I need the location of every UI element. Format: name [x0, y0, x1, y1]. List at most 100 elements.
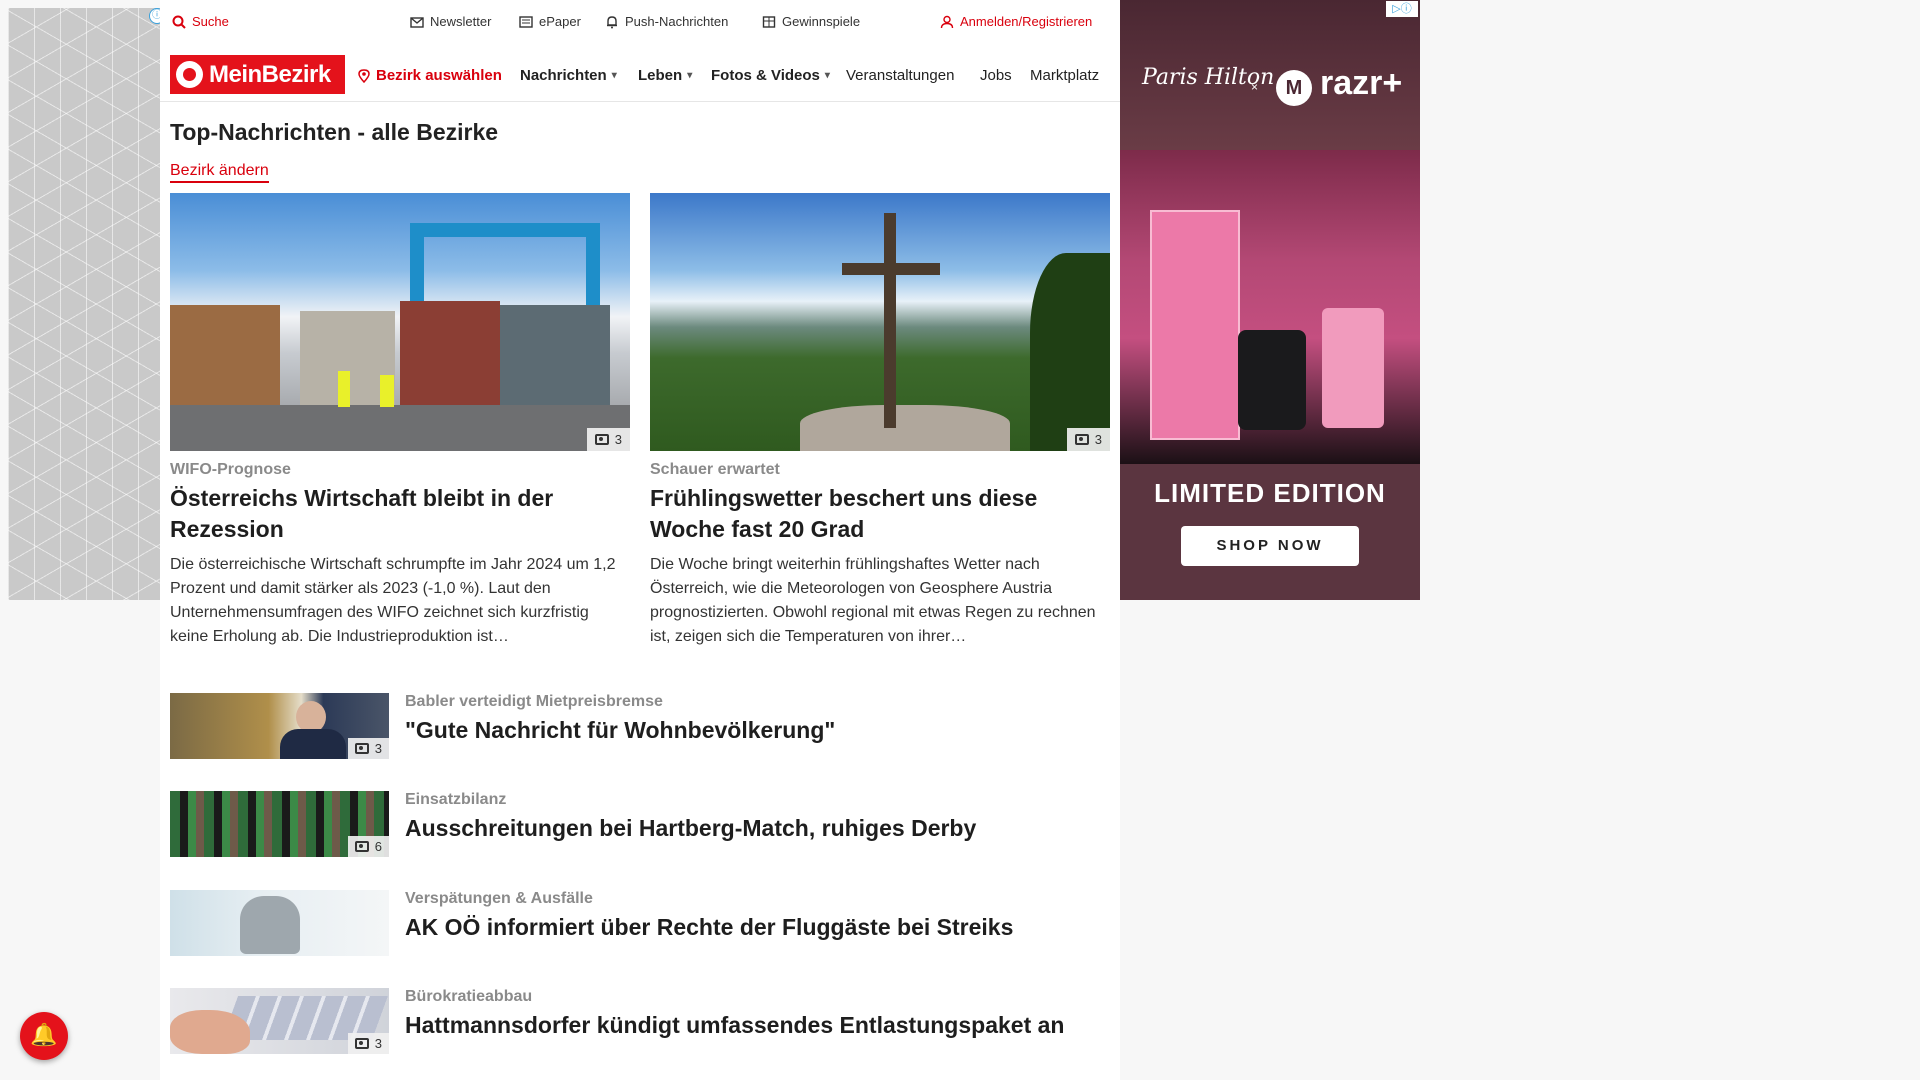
article-title[interactable]: Hattmannsdorfer kündigt umfassendes Entl…	[405, 1012, 1064, 1039]
main-content: Suche Newsletter ePaper Push-Nachrichten…	[160, 0, 1120, 1080]
article-title[interactable]: Ausschreitungen bei Hartberg-Match, ruhi…	[405, 815, 976, 842]
photo-count-badge: 6	[347, 836, 389, 857]
photo-count: 3	[1094, 432, 1102, 447]
article-title[interactable]: AK OÖ informiert über Rechte der Fluggäs…	[405, 914, 1013, 941]
list-item[interactable]: Verspätungen & Ausfälle AK OÖ informiert…	[170, 890, 1110, 956]
photo-count-badge: 3	[347, 738, 389, 759]
motorola-logo-icon: M	[1276, 70, 1312, 106]
article-thumbnail[interactable]: 6	[170, 791, 389, 857]
push-label: Push-Nachrichten	[625, 14, 729, 29]
container-shape	[400, 301, 500, 406]
article-thumbnail[interactable]: 3	[170, 988, 389, 1054]
search-label: Suche	[192, 14, 229, 29]
gallery-icon	[1074, 434, 1089, 445]
newspaper-icon	[519, 15, 533, 28]
article-image[interactable]: 3	[170, 193, 630, 451]
container-shape	[500, 305, 610, 405]
container-shape	[170, 305, 280, 410]
article-title[interactable]: Österreichs Wirtschaft bleibt in der Rez…	[170, 483, 630, 545]
epaper-link[interactable]: ePaper	[519, 14, 581, 29]
mail-icon	[410, 16, 424, 28]
newsletter-link[interactable]: Newsletter	[410, 14, 491, 29]
nav-marktplatz[interactable]: Marktplatz	[1030, 67, 1110, 84]
worker-shape	[338, 371, 350, 407]
bell-icon: 🔔	[30, 1023, 58, 1048]
article-title[interactable]: Frühlingswetter beschert uns diese Woche…	[650, 483, 1110, 545]
rock-shape	[800, 405, 1010, 451]
left-ad-banner[interactable]: ⓘ	[8, 8, 165, 600]
search-icon	[172, 15, 186, 29]
article-kicker: Babler verteidigt Mietpreisbremse	[405, 693, 663, 710]
newsletter-label: Newsletter	[430, 14, 492, 29]
gallery-icon	[354, 841, 369, 852]
nav-leben-label: Leben	[638, 67, 683, 84]
gewinnspiele-link[interactable]: Gewinnspiele	[762, 14, 860, 29]
logo-text: MeinBezirk	[209, 60, 331, 88]
featured-article[interactable]: 3 Schauer erwartet Frühlingswetter besch…	[650, 193, 1110, 649]
chevron-down-icon: ▾	[824, 70, 830, 81]
photo-count: 3	[614, 432, 622, 447]
article-teaser: Die Woche bringt weiterhin frühlingshaft…	[650, 556, 1096, 645]
nav-leben[interactable]: Leben ▾	[638, 67, 692, 84]
photo-count: 3	[374, 1036, 382, 1051]
page-title: Top-Nachrichten - alle Bezirke	[170, 119, 499, 145]
push-link[interactable]: Push-Nachrichten	[605, 14, 728, 29]
nav-fotos-videos-label: Fotos & Videos	[711, 67, 820, 84]
login-link[interactable]: Anmelden/Registrieren	[940, 14, 1092, 29]
bezirk-select-button[interactable]: Bezirk auswählen	[357, 67, 502, 84]
featured-article[interactable]: 3 WIFO-Prognose Österreichs Wirtschaft b…	[170, 193, 630, 649]
photo-count-badge: 3	[1066, 428, 1110, 451]
main-navbar: MeinBezirk Bezirk auswählen Nachrichten …	[160, 46, 1120, 102]
location-pin-icon	[358, 68, 370, 83]
photo-count-badge: 3	[347, 1033, 389, 1054]
gallery-icon	[354, 1038, 369, 1049]
tree-shape	[1030, 253, 1110, 451]
list-item[interactable]: 6 Einsatzbilanz Ausschreitungen bei Hart…	[170, 791, 1110, 857]
gift-icon	[762, 15, 776, 28]
photo-count-badge: 3	[586, 428, 630, 451]
ad-headline: LIMITED EDITION	[1154, 478, 1386, 508]
nav-jobs[interactable]: Jobs	[980, 67, 1012, 84]
list-item[interactable]: 3 Bürokratieabbau Hattmannsdorfer kündig…	[170, 988, 1110, 1054]
ad-product-name: razr+	[1320, 64, 1403, 102]
bell-icon	[607, 15, 617, 28]
utility-bar: Suche Newsletter ePaper Push-Nachrichten…	[160, 0, 1120, 46]
photo-count: 3	[374, 741, 382, 756]
right-ad-banner[interactable]: Paris Hilton × M razr+ LIMITED EDITION S…	[1120, 0, 1420, 600]
shop-now-button[interactable]: SHOP NOW	[1181, 526, 1359, 566]
nav-fotos-videos[interactable]: Fotos & Videos ▾	[711, 67, 830, 84]
notification-bell-button[interactable]: 🔔	[20, 1012, 68, 1060]
article-title[interactable]: "Gute Nachricht für Wohnbevölkerung"	[405, 717, 835, 744]
article-kicker: Verspätungen & Ausfälle	[405, 890, 593, 907]
article-teaser: Die österreichische Wirtschaft schrumpft…	[170, 556, 616, 645]
nav-nachrichten-label: Nachrichten	[520, 67, 607, 84]
article-thumbnail[interactable]	[170, 890, 389, 956]
epaper-label: ePaper	[539, 14, 581, 29]
photo-count: 6	[374, 839, 382, 854]
gewinnspiele-label: Gewinnspiele	[782, 14, 861, 29]
nav-jobs-label: Jobs	[980, 67, 1012, 84]
product-box-shape	[1150, 210, 1240, 440]
search-link[interactable]: Suche	[172, 14, 229, 29]
article-image[interactable]: 3	[650, 193, 1110, 451]
person-shape	[280, 729, 346, 759]
bezirk-change-link[interactable]: Bezirk ändern	[170, 162, 269, 183]
nav-veranstaltungen-label: Veranstaltungen	[846, 67, 955, 84]
adchoices-icon[interactable]: ▷ⓘ	[1386, 1, 1418, 17]
article-kicker: WIFO-Prognose	[170, 461, 291, 478]
article-kicker: Einsatzbilanz	[405, 791, 507, 808]
ad-cross: ×	[1251, 80, 1259, 94]
user-icon	[940, 15, 954, 28]
worker-shape	[380, 375, 394, 407]
article-kicker: Schauer erwartet	[650, 461, 780, 478]
meinbezirk-logo[interactable]: MeinBezirk	[170, 55, 345, 94]
gallery-icon	[354, 743, 369, 754]
list-item[interactable]: 3 Babler verteidigt Mietpreisbremse "Gut…	[170, 693, 1110, 759]
nav-nachrichten[interactable]: Nachrichten ▾	[520, 67, 617, 84]
cross-shape	[884, 213, 896, 428]
nav-veranstaltungen[interactable]: Veranstaltungen	[846, 67, 954, 84]
person-shape	[240, 896, 300, 954]
phone-shape	[1238, 330, 1306, 430]
nav-marktplatz-label: Marktplatz	[1030, 67, 1100, 84]
article-thumbnail[interactable]: 3	[170, 693, 389, 759]
